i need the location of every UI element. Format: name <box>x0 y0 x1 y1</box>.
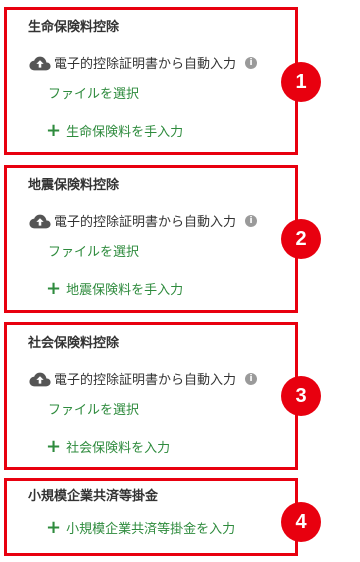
small-business-mutual-aid-add-link[interactable]: + 小規模企業共済等掛金を入力 <box>46 518 235 537</box>
earthquake-insurance-section: 地震保険料控除 電子的控除証明書から自動入力 i ファイルを選択 + 地震保険料… <box>4 165 298 313</box>
life-insurance-file-select-link[interactable]: ファイルを選択 <box>48 83 139 102</box>
callout-badge-3: 3 <box>281 376 321 416</box>
earthquake-insurance-manual-add-link[interactable]: + 地震保険料を手入力 <box>46 279 183 298</box>
life-insurance-manual-add-link[interactable]: + 生命保険料を手入力 <box>46 121 183 140</box>
info-icon[interactable]: i <box>245 56 258 69</box>
info-icon[interactable]: i <box>245 214 258 227</box>
social-insurance-auto-input[interactable]: 電子的控除証明書から自動入力 i <box>29 369 258 388</box>
small-business-mutual-aid-section: 小規模企業共済等掛金 + 小規模企業共済等掛金を入力 <box>4 478 298 556</box>
plus-icon: + <box>46 277 62 299</box>
callout-badge-1: 1 <box>281 62 321 102</box>
manual-add-label: 生命保険料を手入力 <box>66 125 184 140</box>
info-icon[interactable]: i <box>245 372 258 385</box>
life-insurance-title: 生命保険料控除 <box>28 20 120 35</box>
callout-badge-4: 4 <box>281 502 321 542</box>
cloud-upload-icon <box>29 372 51 386</box>
social-insurance-file-select-link[interactable]: ファイルを選択 <box>48 399 139 418</box>
small-business-mutual-aid-title: 小規模企業共済等掛金 <box>28 489 159 504</box>
social-insurance-title: 社会保険料控除 <box>28 336 120 351</box>
life-insurance-auto-input[interactable]: 電子的控除証明書から自動入力 i <box>29 53 258 72</box>
cloud-upload-icon <box>29 56 51 70</box>
plus-icon: + <box>46 516 62 538</box>
plus-icon: + <box>46 435 62 457</box>
social-insurance-section: 社会保険料控除 電子的控除証明書から自動入力 i ファイルを選択 + 社会保険料… <box>4 322 298 470</box>
cloud-upload-icon <box>29 214 51 228</box>
earthquake-insurance-file-select-link[interactable]: ファイルを選択 <box>48 241 139 260</box>
social-insurance-add-link[interactable]: + 社会保険料を入力 <box>46 437 170 456</box>
earthquake-insurance-title: 地震保険料控除 <box>28 178 120 193</box>
earthquake-insurance-auto-input[interactable]: 電子的控除証明書から自動入力 i <box>29 211 258 230</box>
life-insurance-section: 生命保険料控除 電子的控除証明書から自動入力 i ファイルを選択 + 生命保険料… <box>4 7 298 155</box>
auto-input-label: 電子的控除証明書から自動入力 <box>54 57 237 72</box>
manual-add-label: 社会保険料を入力 <box>66 441 171 456</box>
plus-icon: + <box>46 119 62 141</box>
manual-add-label: 地震保険料を手入力 <box>66 283 184 298</box>
manual-add-label: 小規模企業共済等掛金を入力 <box>66 522 236 537</box>
callout-badge-2: 2 <box>281 219 321 259</box>
auto-input-label: 電子的控除証明書から自動入力 <box>54 215 237 230</box>
auto-input-label: 電子的控除証明書から自動入力 <box>54 373 237 388</box>
